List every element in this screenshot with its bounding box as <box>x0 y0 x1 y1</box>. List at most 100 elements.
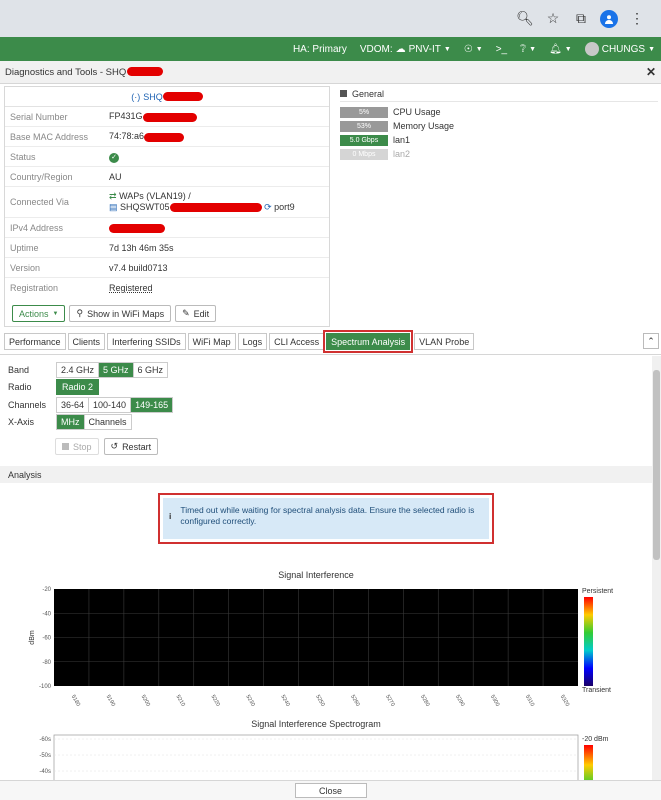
channel-option[interactable]: 149-165 <box>131 398 173 412</box>
help-icon: ❔︎ <box>520 43 527 55</box>
y-tick-label: -60s <box>39 737 51 743</box>
row-label: Serial Number <box>10 111 68 122</box>
connected-via-switch[interactable]: SHQSWT05 <box>120 202 170 212</box>
tab-interfering-ssids[interactable]: Interfering SSIDs <box>107 333 186 350</box>
profile-icon[interactable] <box>595 5 623 33</box>
connected-via-wap[interactable]: WAPs (VLAN19) / <box>119 191 191 201</box>
usage-bar: 5.0 Gbps <box>340 134 388 146</box>
bookmark-star-icon[interactable]: ☆ <box>539 5 567 33</box>
x-tick-label: 5260 <box>349 694 360 708</box>
x-tick-label: 5250 <box>314 694 325 708</box>
zoom-icon[interactable]: 🔍︎ <box>511 5 539 33</box>
x-tick-label: 5180 <box>70 694 81 708</box>
device-name-header[interactable]: (·) SHQ <box>5 87 329 107</box>
y-tick-label: -80 <box>42 660 51 666</box>
y-tick-label: -50s <box>39 753 51 759</box>
radio-option[interactable]: Radio 2 <box>57 380 99 394</box>
notifications-menu[interactable]: 🔔︎ ▼ <box>549 44 572 55</box>
band-selector: 2.4 GHz 5 GHz 6 GHz <box>56 362 169 378</box>
status-row: Status ✓ <box>5 147 329 167</box>
usage-bar: 5% <box>340 106 388 118</box>
lan2-row: 0 Mbps lan2 <box>340 147 658 161</box>
cli-console-button[interactable]: >_ <box>496 44 507 55</box>
row-value: 7d 13h 46m 35s <box>109 242 174 253</box>
registration-row: Registration Registered <box>5 278 329 298</box>
band-option[interactable]: 5 GHz <box>99 363 134 377</box>
tab-vlan-probe[interactable]: VLAN Probe <box>414 333 475 350</box>
channel-option[interactable]: 100-140 <box>89 398 132 412</box>
fabric-icon: ☉ <box>463 43 473 55</box>
extension-icon[interactable]: ⧉ <box>567 5 595 33</box>
channel-option[interactable]: 36-64 <box>57 398 90 412</box>
x-tick-label: 5220 <box>209 694 220 708</box>
ha-status[interactable]: HA: Primary <box>293 44 347 55</box>
xaxis-option[interactable]: MHz <box>57 415 85 429</box>
search-icon: ⚲ <box>76 308 84 318</box>
uptime-row: Uptime 7d 13h 46m 35s <box>5 238 329 258</box>
dialog-title: Diagnostics and Tools - SHQ <box>5 67 164 78</box>
tab-bar: Performance Clients Interfering SSIDs Wi… <box>4 330 659 353</box>
general-panel: General 5% CPU Usage 53% Memory Usage 5.0 … <box>340 86 658 161</box>
stop-icon <box>62 443 69 450</box>
tab-wifi-map[interactable]: WiFi Map <box>187 333 236 350</box>
top-nav-bar: HA: Primary VDOM: ☁ PNV-IT ▼ ☉ ▼ >_ ❔︎ ▼ 🔔︎… <box>0 37 661 61</box>
tab-performance[interactable]: Performance <box>4 333 66 350</box>
x-tick-label: 5210 <box>175 694 186 708</box>
xaxis-option[interactable]: Channels <box>84 415 131 429</box>
tab-cli-access[interactable]: CLI Access <box>269 333 325 350</box>
spectrogram-chart: Signal Interference Spectrogram -60s -50s -… <box>39 719 609 780</box>
signal-interference-chart: Signal Interference -20 -40 -60 -80 -100 dBm 51… <box>29 570 613 708</box>
connected-via-port[interactable]: port9 <box>274 202 295 212</box>
xaxis-selector: MHz Channels <box>56 414 132 430</box>
color-scale <box>584 597 593 686</box>
radio-row: Radio Radio 2 <box>8 379 100 395</box>
pencil-icon: ✎ <box>182 308 190 318</box>
general-header[interactable]: General <box>340 86 658 102</box>
switch-icon: ▤ <box>109 202 118 212</box>
x-tick-label: 5280 <box>419 694 430 708</box>
chevron-up-icon[interactable]: ⌃ <box>643 333 659 349</box>
wap-icon: ⇄ <box>109 191 117 202</box>
x-tick-label: 5290 <box>454 694 465 708</box>
port-icon: ⟳ <box>264 202 272 212</box>
scrollbar-thumb[interactable] <box>653 370 660 560</box>
channels-selector: 36-64 100-140 149-165 <box>56 397 174 413</box>
more-icon[interactable]: ⋮ <box>623 5 651 33</box>
close-button[interactable]: Close <box>294 783 367 798</box>
channels-row: Channels 36-64 100-140 149-165 <box>8 397 174 413</box>
x-tick-label: 5320 <box>559 694 570 708</box>
edit-button[interactable]: ✎ Edit <box>175 305 217 322</box>
restart-button[interactable]: ↺ Restart <box>103 438 159 455</box>
row-label: IPv4 Address <box>10 222 64 233</box>
x-tick-label: 5310 <box>524 694 535 708</box>
tab-logs[interactable]: Logs <box>237 333 268 350</box>
row-label: Uptime <box>10 242 39 253</box>
timeout-message: i Timed out while waiting for spectral an… <box>158 493 494 544</box>
country-row: Country/Region AU <box>5 167 329 187</box>
info-icon: i <box>169 511 172 521</box>
tab-spectrum-analysis[interactable]: Spectrum Analysis <box>323 330 414 353</box>
close-icon[interactable]: ✕ <box>646 65 656 79</box>
message-text: Timed out while waiting for spectral ana… <box>180 505 475 527</box>
band-option[interactable]: 6 GHz <box>133 363 168 377</box>
actions-dropdown[interactable]: Actions ▼ <box>12 305 66 322</box>
x-tick-label: 5190 <box>105 694 116 708</box>
y-tick-label: -40s <box>39 769 51 775</box>
scrollbar[interactable] <box>652 356 661 780</box>
y-tick-label: -40 <box>42 611 51 617</box>
cloud-icon: ☁ <box>395 43 406 55</box>
redaction-mark <box>162 92 203 101</box>
redaction-mark <box>127 67 164 77</box>
stop-button[interactable]: Stop <box>55 438 99 455</box>
vdom-selector[interactable]: VDOM: ☁ PNV-IT ▼ <box>360 44 451 55</box>
version-row: Version v7.4 build0713 <box>5 258 329 278</box>
show-in-wifi-maps-button[interactable]: ⚲ Show in WiFi Maps <box>69 305 172 322</box>
fabric-menu[interactable]: ☉ ▼ <box>464 44 483 55</box>
tab-clients[interactable]: Clients <box>67 333 106 350</box>
user-menu[interactable]: CHUNGS ▼ <box>584 42 655 56</box>
band-option[interactable]: 2.4 GHz <box>57 363 100 377</box>
xaxis-row: X-Axis MHz Channels <box>8 414 132 430</box>
row-value: v7.4 build0713 <box>109 262 168 273</box>
y-tick-label: -60 <box>42 636 51 642</box>
help-menu[interactable]: ❔︎ ▼ <box>520 44 536 55</box>
